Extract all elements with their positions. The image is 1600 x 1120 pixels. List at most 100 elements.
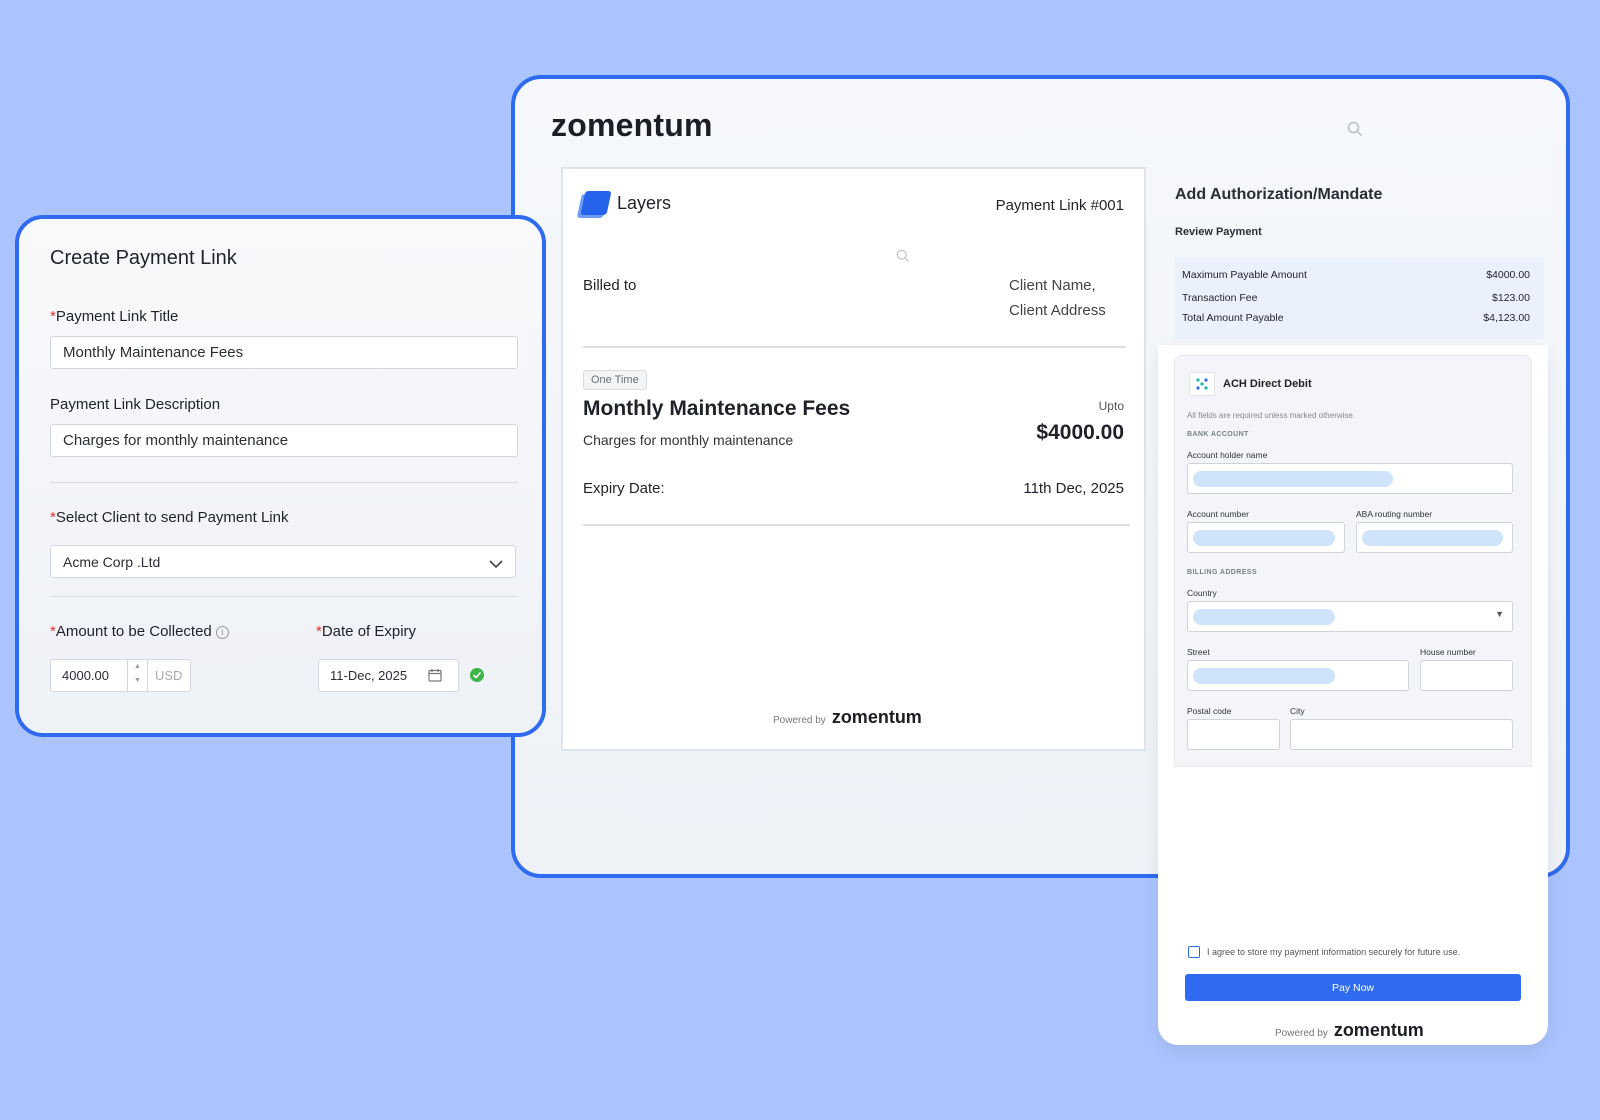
invoice-preview: Layers Payment Link #001 Billed to Clien… [561, 167, 1146, 751]
amount-stepper[interactable]: ▲ ▼ [127, 660, 148, 691]
info-icon[interactable]: i [215, 625, 229, 639]
summary-row: Total Amount Payable $4,123.00 [1182, 312, 1530, 324]
search-icon[interactable] [1347, 121, 1363, 142]
account-number-label: Account number [1187, 509, 1249, 519]
agree-checkbox[interactable] [1188, 946, 1200, 958]
summary-row: Maximum Payable Amount $4000.00 [1182, 269, 1530, 281]
invoice-amount: $4000.00 [1036, 421, 1124, 444]
label-text: Select Client to send Payment Link [55, 509, 289, 526]
link-title-input[interactable]: Monthly Maintenance Fees [50, 336, 518, 369]
company-name: Layers [617, 192, 672, 213]
ach-form: ACH Direct Debit All fields are required… [1174, 355, 1532, 767]
amount-value: 4000.00 [62, 668, 109, 683]
input-fill [1193, 530, 1335, 546]
divider [50, 596, 518, 597]
pay-now-button[interactable]: Pay Now [1185, 974, 1521, 1001]
summary-value: $4,123.00 [1483, 312, 1530, 324]
input-fill [1193, 609, 1335, 625]
country-select[interactable]: ▼ [1187, 601, 1513, 632]
bank-account-heading: BANK ACCOUNT [1187, 431, 1249, 438]
link-title-label: *Payment Link Title [50, 308, 178, 325]
panel-title: Create Payment Link [50, 247, 237, 269]
currency-label: USD [155, 668, 183, 683]
billed-to-label: Billed to [583, 277, 637, 294]
agree-row: I agree to store my payment information … [1188, 946, 1460, 958]
description-label: Payment Link Description [50, 396, 221, 413]
review-payment-summary: Maximum Payable Amount $4000.00 Transact… [1175, 257, 1544, 339]
upto-label: Upto [1098, 399, 1124, 413]
success-check-icon [470, 668, 484, 682]
label-text: Payment Link Title [55, 308, 179, 325]
client-label: *Select Client to send Payment Link [50, 509, 288, 526]
house-number-label: House number [1420, 647, 1476, 657]
expiry-date-input[interactable]: 11-Dec, 2025 [318, 659, 459, 692]
create-payment-link-panel: Create Payment Link *Payment Link Title … [15, 215, 546, 737]
divider [583, 346, 1126, 348]
client-select-value: Acme Corp .Ltd [63, 554, 161, 570]
summary-label: Total Amount Payable [1182, 312, 1284, 324]
layers-logo-icon [580, 191, 612, 215]
ach-icon [1189, 372, 1215, 396]
account-holder-input[interactable] [1187, 463, 1513, 494]
calendar-icon[interactable] [428, 668, 442, 687]
expiry-date-value: 11-Dec, 2025 [330, 668, 408, 683]
expiry-label: *Date of Expiry [316, 623, 416, 640]
company-logo: Layers [580, 191, 672, 215]
divider [50, 482, 518, 483]
search-icon [896, 249, 910, 268]
review-payment-label: Review Payment [1175, 226, 1262, 238]
postal-code-input[interactable] [1187, 719, 1280, 750]
one-time-badge: One Time [583, 370, 647, 390]
account-number-input[interactable] [1187, 522, 1345, 553]
street-label: Street [1187, 647, 1210, 657]
zomentum-logo: zomentum [1333, 1020, 1424, 1040]
ach-header: ACH Direct Debit [1189, 372, 1312, 396]
expiry-value: 11th Dec, 2025 [1023, 480, 1124, 497]
powered-by: Powered by zomentum [1275, 1020, 1424, 1041]
billing-address-heading: BILLING ADDRESS [1187, 569, 1257, 576]
summary-label: Maximum Payable Amount [1182, 269, 1307, 281]
zomentum-logo: zomentum [831, 707, 922, 727]
powered-by-label: Powered by [1275, 1028, 1328, 1039]
routing-number-input[interactable] [1356, 522, 1513, 553]
chevron-down-icon [489, 556, 503, 574]
chevron-up-icon[interactable]: ▲ [134, 663, 141, 670]
expiry-label: Expiry Date: [583, 480, 665, 497]
summary-label: Transaction Fee [1182, 292, 1258, 304]
summary-row: Transaction Fee $123.00 [1182, 292, 1530, 304]
invoice-description: Charges for monthly maintenance [583, 432, 794, 448]
amount-label: *Amount to be Collected i [50, 623, 229, 640]
label-text: Amount to be Collected [55, 623, 212, 640]
postal-code-label: Postal code [1187, 706, 1232, 716]
client-address: Client Address [1009, 302, 1106, 319]
house-number-input[interactable] [1420, 660, 1513, 691]
input-fill [1193, 668, 1335, 684]
summary-value: $4000.00 [1486, 269, 1530, 281]
payment-panel: ACH Direct Debit All fields are required… [1158, 345, 1548, 1045]
account-holder-label: Account holder name [1187, 450, 1268, 460]
country-label: Country [1187, 588, 1217, 598]
label-text: Date of Expiry [321, 623, 417, 640]
amount-input[interactable]: 4000.00 ▲ ▼ USD [50, 659, 191, 692]
powered-by-label: Powered by [773, 715, 826, 726]
zomentum-logo: zomentum [551, 107, 713, 143]
invoice-title: Monthly Maintenance Fees [583, 397, 851, 420]
caret-down-icon: ▼ [1495, 609, 1504, 619]
ach-title: ACH Direct Debit [1223, 378, 1312, 390]
chevron-down-icon[interactable]: ▼ [134, 677, 141, 684]
divider [583, 524, 1130, 526]
city-label: City [1290, 706, 1305, 716]
powered-by: Powered by zomentum [773, 707, 922, 728]
authorization-title: Add Authorization/Mandate [1175, 186, 1383, 203]
client-select[interactable]: Acme Corp .Ltd [50, 545, 516, 578]
city-input[interactable] [1290, 719, 1513, 750]
agree-text: I agree to store my payment information … [1207, 947, 1461, 957]
payment-link-number: Payment Link #001 [995, 197, 1124, 214]
input-fill [1362, 530, 1503, 546]
form-note: All fields are required unless marked ot… [1187, 411, 1356, 420]
street-input[interactable] [1187, 660, 1409, 691]
routing-number-label: ABA routing number [1356, 509, 1433, 519]
summary-value: $123.00 [1492, 292, 1530, 304]
description-textarea[interactable]: Charges for monthly maintenance [50, 424, 518, 457]
client-name: Client Name, [1009, 277, 1096, 294]
